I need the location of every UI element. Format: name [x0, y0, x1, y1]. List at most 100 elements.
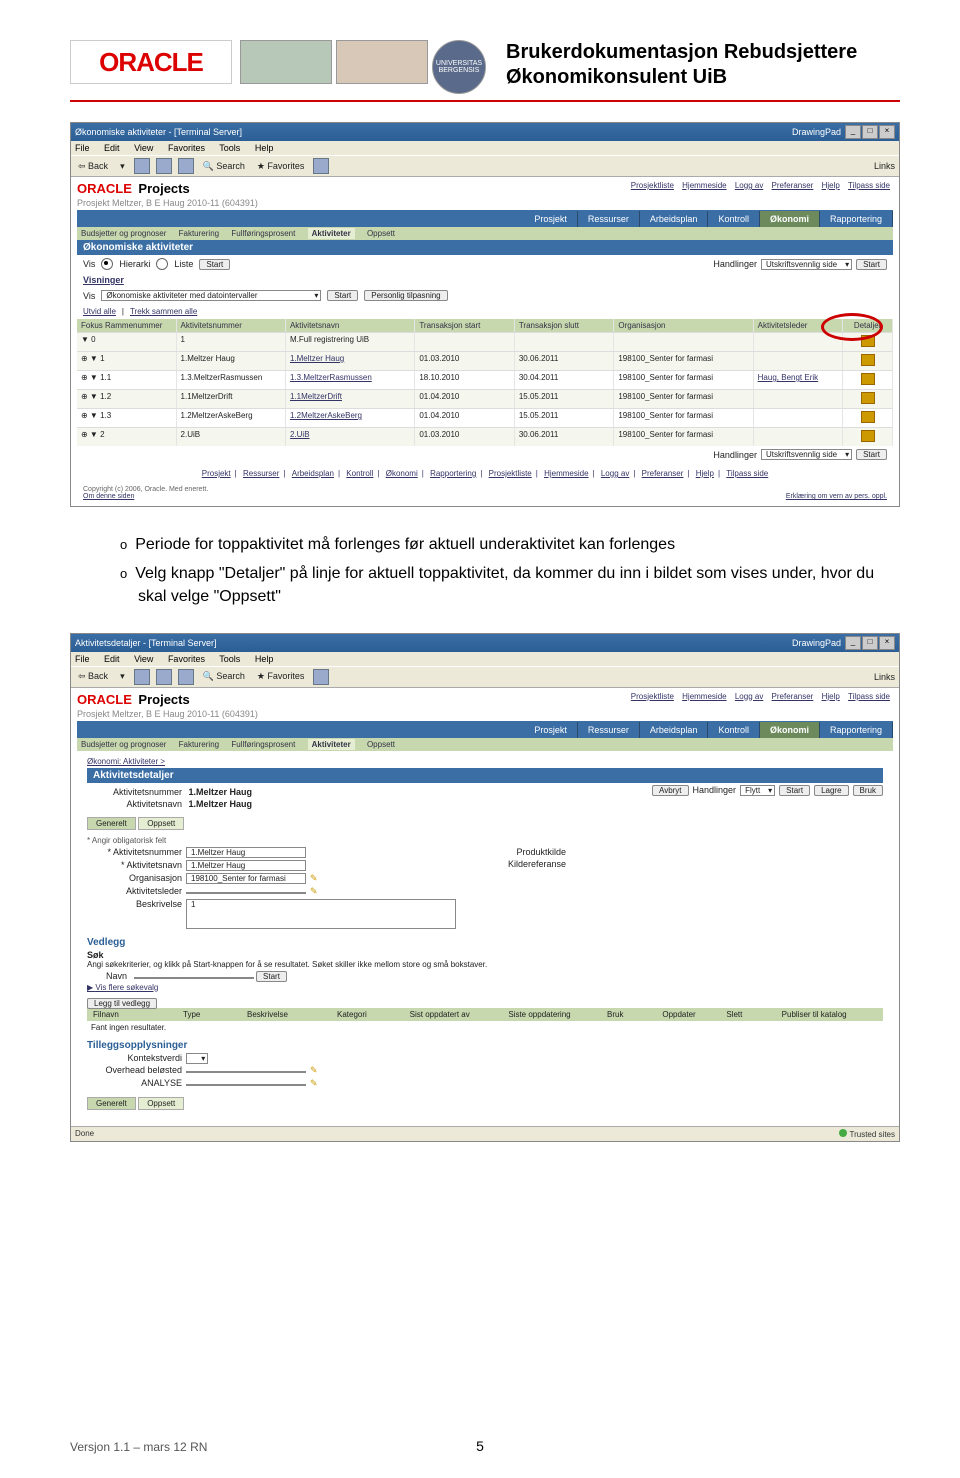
- col-organisasjon[interactable]: Organisasjon: [614, 319, 753, 332]
- subtab-oppsett[interactable]: Oppsett: [367, 229, 395, 238]
- refresh-icon[interactable]: [156, 669, 172, 685]
- search-button[interactable]: 🔍 Search: [200, 671, 248, 682]
- input-organisasjon[interactable]: 198100_Senter for farmasi: [186, 873, 306, 884]
- cell-aled[interactable]: [754, 428, 844, 446]
- menu-view[interactable]: View: [134, 654, 153, 664]
- utvid-alle-link[interactable]: Utvid alle: [83, 307, 116, 316]
- subtab-aktiviteter[interactable]: Aktiviteter: [308, 228, 355, 239]
- cell-anavn-link[interactable]: 1.2MeltzerAskeBerg: [286, 409, 415, 427]
- subtab-budsjetter[interactable]: Budsjetter og prognoser: [81, 229, 166, 238]
- menu-view[interactable]: View: [134, 143, 153, 153]
- trekk-sammen-link[interactable]: Trekk sammen alle: [130, 307, 197, 316]
- erklaring-link[interactable]: Erklæring om vern av pers. oppl.: [786, 493, 887, 500]
- tab-prosjekt[interactable]: Prosjekt: [524, 722, 578, 738]
- radio-hierarki[interactable]: [101, 258, 113, 270]
- tab-ressurser[interactable]: Ressurser: [578, 722, 640, 738]
- menu-edit[interactable]: Edit: [104, 143, 120, 153]
- tab-ressurser[interactable]: Ressurser: [578, 211, 640, 227]
- col-aktivitetsnummer[interactable]: Aktivitetsnummer: [177, 319, 286, 332]
- details-icon[interactable]: [861, 354, 875, 366]
- bruk-button[interactable]: Bruk: [853, 785, 883, 796]
- radio-liste[interactable]: [156, 258, 168, 270]
- favorites-button[interactable]: ★ Favorites: [254, 161, 308, 172]
- home-icon[interactable]: [178, 669, 194, 685]
- tab-okonomi[interactable]: Økonomi: [760, 722, 820, 738]
- tab-kontroll[interactable]: Kontroll: [708, 211, 760, 227]
- input-analyse[interactable]: [186, 1084, 306, 1086]
- avbryt-button[interactable]: Avbryt: [652, 785, 689, 796]
- history-icon[interactable]: [313, 158, 329, 174]
- breadcrumb[interactable]: Økonomi: Aktiviteter >: [87, 757, 883, 766]
- cell-anavn-link[interactable]: 2.UiB: [286, 428, 415, 446]
- link-tilpass[interactable]: Tilpass side: [848, 181, 890, 190]
- vis-select[interactable]: Økonomiske aktiviteter med datointervall…: [101, 290, 321, 301]
- favorites-button[interactable]: ★ Favorites: [254, 671, 308, 682]
- forward-button[interactable]: ▾: [117, 671, 128, 682]
- handlinger-start-button[interactable]: Start: [856, 259, 887, 270]
- col-aktivitetsnavn[interactable]: Aktivitetsnavn: [286, 319, 415, 332]
- tab-generelt[interactable]: Generelt: [87, 817, 136, 830]
- details-icon[interactable]: [861, 373, 875, 385]
- tab-oppsett[interactable]: Oppsett: [138, 817, 184, 830]
- link-prosjektliste[interactable]: Prosjektliste: [631, 181, 674, 190]
- menu-help[interactable]: Help: [255, 143, 274, 153]
- close-icon[interactable]: ×: [879, 636, 895, 650]
- tab-arbeidsplan[interactable]: Arbeidsplan: [640, 211, 709, 227]
- lookup-icon[interactable]: ✎: [310, 873, 318, 883]
- home-icon[interactable]: [178, 158, 194, 174]
- cell-anavn-link[interactable]: 1.Meltzer Haug: [286, 352, 415, 370]
- bottom-tab-generelt[interactable]: Generelt: [87, 1097, 136, 1110]
- search-button[interactable]: 🔍 Search: [200, 161, 248, 172]
- vis-flere-link[interactable]: ▶ Vis flere søkevalg: [87, 983, 883, 992]
- handlinger-select[interactable]: Utskriftsvennlig side: [761, 259, 852, 270]
- tab-rapportering[interactable]: Rapportering: [820, 722, 893, 738]
- lookup-icon[interactable]: ✎: [310, 1078, 318, 1088]
- handlinger-start-bottom[interactable]: Start: [856, 449, 887, 460]
- link-hjemmeside[interactable]: Hjemmeside: [682, 181, 726, 190]
- handlinger-select-2[interactable]: Flytt: [740, 785, 775, 796]
- start-button[interactable]: Start: [199, 259, 230, 270]
- lagre-button[interactable]: Lagre: [814, 785, 848, 796]
- lookup-icon[interactable]: ✎: [310, 1065, 318, 1075]
- refresh-icon[interactable]: [156, 158, 172, 174]
- input-aktivitetsnummer[interactable]: 1.Meltzer Haug: [186, 847, 306, 858]
- menu-help[interactable]: Help: [255, 654, 274, 664]
- forward-button[interactable]: ▾: [117, 161, 128, 172]
- close-icon[interactable]: ×: [879, 125, 895, 139]
- cell-aled[interactable]: [754, 352, 844, 370]
- sok-start-button[interactable]: Start: [256, 971, 287, 982]
- kontekst-select[interactable]: [186, 1053, 208, 1064]
- cell-anavn-link[interactable]: 1.1MeltzerDrift: [286, 390, 415, 408]
- input-aktivitetsnavn[interactable]: 1.Meltzer Haug: [186, 860, 306, 871]
- input-navn[interactable]: [134, 977, 254, 979]
- maximize-icon[interactable]: □: [862, 125, 878, 139]
- tab-arbeidsplan[interactable]: Arbeidsplan: [640, 722, 709, 738]
- link-preferanser[interactable]: Preferanser: [772, 181, 814, 190]
- start-button-2[interactable]: Start: [779, 785, 810, 796]
- link-logg-av[interactable]: Logg av: [735, 181, 763, 190]
- lookup-icon[interactable]: ✎: [310, 886, 318, 896]
- tab-kontroll[interactable]: Kontroll: [708, 722, 760, 738]
- menu-tools[interactable]: Tools: [219, 143, 240, 153]
- stop-icon[interactable]: [134, 669, 150, 685]
- bottom-tab-oppsett[interactable]: Oppsett: [138, 1097, 184, 1110]
- vis-start-button[interactable]: Start: [327, 290, 358, 301]
- menu-edit[interactable]: Edit: [104, 654, 120, 664]
- col-transaksjon-start[interactable]: Transaksjon start: [415, 319, 515, 332]
- maximize-icon[interactable]: □: [862, 636, 878, 650]
- handlinger-select-bottom[interactable]: Utskriftsvennlig side: [761, 449, 852, 460]
- subtab-fakturering[interactable]: Fakturering: [179, 229, 219, 238]
- cell-aled[interactable]: Haug, Bengt Erik: [754, 371, 844, 389]
- stop-icon[interactable]: [134, 158, 150, 174]
- tab-rapportering[interactable]: Rapportering: [820, 211, 893, 227]
- menu-favorites[interactable]: Favorites: [168, 654, 205, 664]
- input-overhead[interactable]: [186, 1071, 306, 1073]
- col-transaksjon-slutt[interactable]: Transaksjon slutt: [515, 319, 615, 332]
- menu-tools[interactable]: Tools: [219, 654, 240, 664]
- cell-aled[interactable]: [754, 390, 844, 408]
- input-aktivitetsleder[interactable]: [186, 892, 306, 894]
- back-button[interactable]: ⇦ Back: [75, 671, 111, 682]
- cell-aled[interactable]: [754, 409, 844, 427]
- history-icon[interactable]: [313, 669, 329, 685]
- menu-favorites[interactable]: Favorites: [168, 143, 205, 153]
